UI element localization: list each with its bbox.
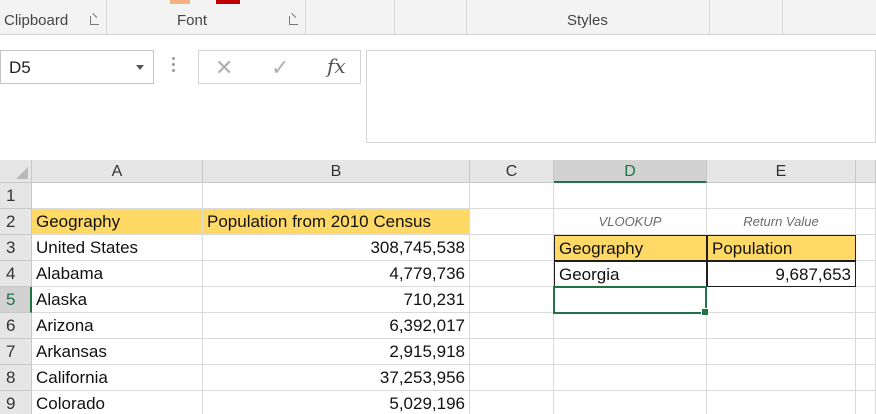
cell-b8[interactable]: 37,253,956 [203,365,470,391]
worksheet-grid[interactable]: A B C D E 1 2 3 4 5 6 7 8 9 Geography Pop… [0,160,876,414]
name-box-value: D5 [9,58,31,77]
column-header-b[interactable]: B [203,160,470,183]
name-box[interactable]: D5 [0,50,154,84]
cell-c8[interactable] [470,365,554,391]
ribbon-group-alignment [306,0,395,35]
cell-a6[interactable]: Arizona [32,313,203,339]
cell-c2[interactable] [470,209,554,235]
cell-b5[interactable]: 710,231 [203,287,470,313]
active-cell-selection[interactable] [553,286,709,316]
column-header-a[interactable]: A [32,160,203,183]
cell-e4[interactable]: 9,687,653 [707,261,856,287]
cell-b4[interactable]: 4,779,736 [203,261,470,287]
cell-a3[interactable]: United States [32,235,203,261]
cell-a5[interactable]: Alaska [32,287,203,313]
ribbon-group-clipboard: Clipboard [0,0,107,35]
cell-a4[interactable]: Alabama [32,261,203,287]
column-header-d[interactable]: D [554,160,707,183]
cell-c5[interactable] [470,287,554,313]
cell-d2[interactable]: VLOOKUP [554,209,707,235]
cell-f8[interactable] [856,365,876,391]
cell-f9[interactable] [856,391,876,414]
cell-c4[interactable] [470,261,554,287]
cell-a8[interactable]: California [32,365,203,391]
formula-bar-area: D5 ✕ ✓ fx [0,35,876,160]
cell-b2[interactable]: Population from 2010 Census [203,209,470,235]
ribbon-group-labels: Clipboard Font Styles [0,0,876,35]
cell-e5[interactable] [707,287,856,313]
cell-d6[interactable] [554,313,707,339]
row-header-7[interactable]: 7 [0,339,32,365]
cell-c1[interactable] [470,183,554,209]
cancel-icon[interactable]: ✕ [215,55,233,81]
ribbon-group-cells [710,0,783,35]
cell-d9[interactable] [554,391,707,414]
cell-d1[interactable] [554,183,707,209]
cell-d7[interactable] [554,339,707,365]
cell-c7[interactable] [470,339,554,365]
ribbon-group-number [395,0,467,35]
ribbon-group-styles: Styles [467,0,710,35]
row-header-2[interactable]: 2 [0,209,32,235]
cell-b7[interactable]: 2,915,918 [203,339,470,365]
styles-group-label: Styles [567,12,608,29]
cell-f3[interactable] [856,235,876,261]
cell-b6[interactable]: 6,392,017 [203,313,470,339]
clipboard-group-label: Clipboard [4,12,69,29]
cell-a9[interactable]: Colorado [32,391,203,414]
cell-f6[interactable] [856,313,876,339]
cell-a1[interactable] [32,183,203,209]
row-header-4[interactable]: 4 [0,261,32,287]
column-header-e[interactable]: E [707,160,856,183]
cell-e9[interactable] [707,391,856,414]
font-dialog-launcher-icon[interactable] [289,16,298,25]
row-header-5[interactable]: 5 [0,287,32,313]
cell-f7[interactable] [856,339,876,365]
cell-f4[interactable] [856,261,876,287]
row-header-6[interactable]: 6 [0,313,32,339]
cell-e7[interactable] [707,339,856,365]
cell-f1[interactable] [856,183,876,209]
row-header-3[interactable]: 3 [0,235,32,261]
cell-b3[interactable]: 308,745,538 [203,235,470,261]
insert-function-icon[interactable]: fx [327,54,346,78]
cell-c3[interactable] [470,235,554,261]
cell-a2[interactable]: Geography [32,209,203,235]
cell-d3[interactable]: Geography [554,235,707,261]
cell-b9[interactable]: 5,029,196 [203,391,470,414]
row-header-1[interactable]: 1 [0,183,32,209]
cell-b1[interactable] [203,183,470,209]
formula-input[interactable] [366,50,876,143]
row-header-8[interactable]: 8 [0,365,32,391]
cell-e3[interactable]: Population [707,235,856,261]
ribbon-group-font: Font [107,0,306,35]
cell-d8[interactable] [554,365,707,391]
column-header-f[interactable] [856,160,876,183]
formula-buttons: ✕ ✓ fx [198,50,361,84]
cell-e1[interactable] [707,183,856,209]
font-group-label: Font [177,12,208,29]
chevron-down-icon[interactable] [136,65,144,70]
resize-handle-icon[interactable] [172,57,175,75]
enter-icon[interactable]: ✓ [271,55,289,81]
clipboard-dialog-launcher-icon[interactable] [90,16,99,25]
cell-c9[interactable] [470,391,554,414]
cell-c6[interactable] [470,313,554,339]
row-header-9[interactable]: 9 [0,391,32,414]
cell-f2[interactable] [856,209,876,235]
cell-e8[interactable] [707,365,856,391]
cell-a7[interactable]: Arkansas [32,339,203,365]
select-all-button[interactable] [0,160,32,183]
column-header-c[interactable]: C [470,160,554,183]
cell-d4[interactable]: Georgia [554,261,707,287]
cell-f5[interactable] [856,287,876,313]
cell-e2[interactable]: Return Value [707,209,856,235]
cell-e6[interactable] [707,313,856,339]
